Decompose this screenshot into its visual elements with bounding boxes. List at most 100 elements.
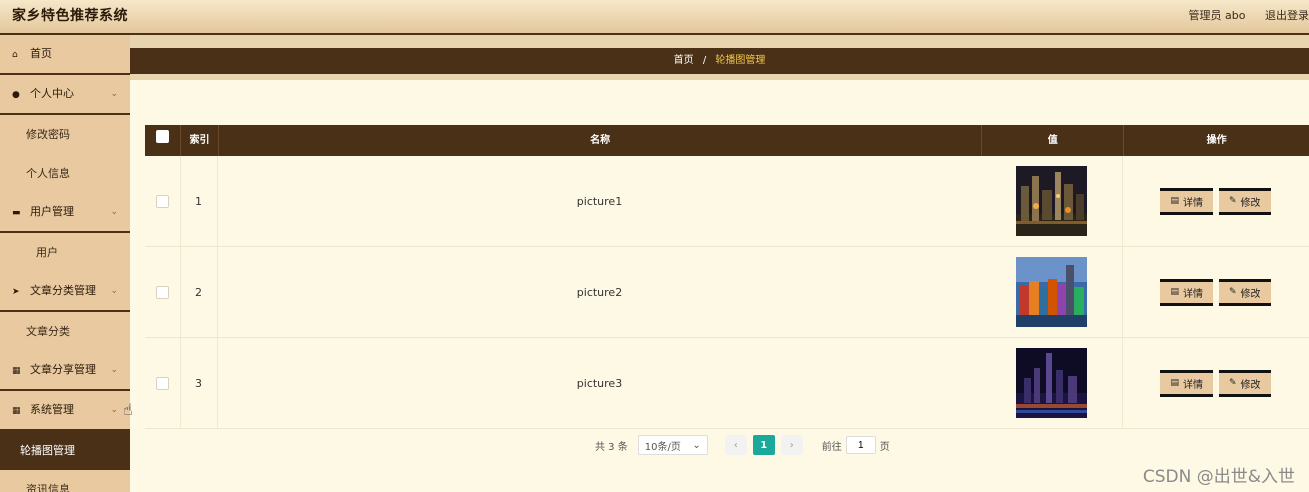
document-icon: ▤ (1170, 287, 1179, 297)
sidebar-menu-1[interactable]: ● 个人中心 ⌄ (0, 75, 130, 115)
page-size-value: 10条/页 (644, 441, 681, 453)
sidebar-subitem-10[interactable]: 轮播图管理 (0, 431, 130, 470)
goto-suffix: 页 (879, 441, 890, 453)
sidebar-subitem-7[interactable]: 文章分类 (0, 312, 130, 351)
sidebar-menu-6[interactable]: ➤ 文章分类管理 ⌄ (0, 272, 130, 312)
row-actions: ▤ 详情 ✎ 修改 (1123, 338, 1308, 428)
user-area: 管理员 abo 退出登录 (1173, 7, 1309, 23)
chevron-down-icon: ⌄ (110, 286, 118, 296)
chevron-down-icon: ⌄ (110, 365, 118, 375)
detail-label: 详情 (1182, 197, 1203, 209)
sidebar-subitem-11[interactable]: 资讯信息 (0, 470, 130, 492)
pagination-total: 共 3 条 (595, 441, 628, 453)
sidebar-menu-label: 文章分享管理 (30, 363, 96, 376)
row-checkbox-cell (145, 338, 181, 428)
sidebar-subitem-2[interactable]: 修改密码 (0, 115, 130, 154)
sidebar-menu-9[interactable]: ▦ 系统管理 ⌄ (0, 391, 130, 431)
row-checkbox[interactable] (156, 285, 169, 299)
table-row: 2 picture2 ▤ 详情 ✎ 修改 (145, 247, 1309, 338)
edit-button[interactable]: ✎ 修改 (1218, 369, 1271, 397)
header-select-all (145, 125, 181, 156)
document-icon: ▤ (1170, 196, 1179, 206)
home-icon: ⌂ (12, 50, 18, 60)
header-value: 值 (982, 125, 1125, 156)
hand-cursor-icon: ☝ (123, 400, 133, 419)
page-number-1[interactable]: 1 (752, 435, 775, 455)
row-checkbox[interactable] (156, 194, 169, 208)
detail-label: 详情 (1182, 379, 1203, 391)
row-image-cell (981, 338, 1123, 428)
row-checkbox[interactable] (156, 376, 169, 390)
sidebar-menu-0[interactable]: ⌂ 首页 (0, 35, 130, 75)
sidebar-menu: ⌂ 首页 ● 个人中心 ⌄ 修改密码 个人信息 ▬ 用户管理 ⌄ 用户 ➤ 文章分类管理 ⌄ 文章分类 ▦ 文章… (0, 35, 130, 492)
row-name: picture2 (576, 285, 623, 299)
carousel-table: 索引 名称 值 操作 1 picture1 ▤ 详情 ✎ 修改 2 picture2 ▤ 详情 ✎ 修… (145, 125, 1309, 429)
pencil-icon: ✎ (1228, 378, 1237, 388)
id-card-icon: ▬ (12, 208, 21, 218)
row-index: 1 (181, 156, 218, 246)
row-name: picture3 (576, 376, 623, 390)
edit-button[interactable]: ✎ 修改 (1218, 278, 1271, 306)
header-index: 索引 (181, 125, 219, 156)
table-header: 索引 名称 值 操作 (145, 125, 1309, 156)
row-index: 2 (181, 247, 218, 337)
table-row: 1 picture1 ▤ 详情 ✎ 修改 (145, 156, 1309, 247)
top-header: 家乡特色推荐系统 管理员 abo 退出登录 (0, 0, 1309, 35)
detail-button[interactable]: ▤ 详情 (1160, 369, 1213, 397)
select-all-checkbox[interactable] (155, 130, 169, 143)
pencil-icon: ✎ (1228, 287, 1237, 297)
skyline-night-thumbnail (1016, 348, 1087, 418)
pagination: 共 3 条 10条/页 ⌄ ‹ 1 › 前往 页 (595, 434, 890, 456)
row-image-cell (981, 247, 1123, 337)
detail-button[interactable]: ▤ 详情 (1160, 187, 1213, 215)
edit-button[interactable]: ✎ 修改 (1218, 187, 1271, 215)
detail-label: 详情 (1182, 288, 1203, 300)
edit-label: 修改 (1240, 288, 1261, 300)
grid-icon: ▦ (12, 366, 21, 376)
header-ops: 操作 (1206, 135, 1227, 146)
app-title: 家乡特色推荐系统 (12, 8, 128, 24)
sidebar-menu-label: 用户管理 (30, 205, 74, 218)
goto-page-input[interactable] (845, 436, 876, 454)
breadcrumb-separator: / (702, 55, 707, 66)
goto-prefix: 前往 (821, 441, 842, 453)
table-row: 3 picture3 ▤ 详情 ✎ 修改 (145, 338, 1309, 429)
user-icon: ● (12, 90, 20, 100)
chevron-down-icon: ⌄ (110, 89, 118, 99)
header-name: 名称 (219, 125, 983, 156)
row-actions: ▤ 详情 ✎ 修改 (1123, 156, 1308, 246)
row-index: 3 (181, 338, 218, 428)
row-checkbox-cell (145, 156, 181, 246)
sidebar-menu-label: 系统管理 (30, 403, 74, 416)
sidebar-menu-label: 首页 (30, 47, 52, 60)
next-page-button[interactable]: › (780, 435, 803, 455)
edit-label: 修改 (1240, 379, 1261, 391)
prev-page-button[interactable]: ‹ (724, 435, 747, 455)
detail-button[interactable]: ▤ 详情 (1160, 278, 1213, 306)
breadcrumb-home[interactable]: 首页 (674, 55, 694, 66)
breadcrumb-current: 轮播图管理 (715, 55, 766, 66)
content-top-strip (130, 35, 1309, 48)
sidebar-menu-label: 文章分类管理 (30, 284, 96, 297)
sidebar-subitem-3[interactable]: 个人信息 (0, 154, 130, 193)
edit-label: 修改 (1240, 197, 1261, 209)
sidebar-subitem-5[interactable]: 用户 (0, 233, 130, 272)
chevron-down-icon: ⌄ (692, 439, 701, 451)
sidebar-menu-4[interactable]: ▬ 用户管理 ⌄ (0, 193, 130, 233)
page-size-select[interactable]: 10条/页 ⌄ (637, 435, 708, 455)
paper-plane-icon: ➤ (12, 287, 20, 297)
row-image-cell (981, 156, 1123, 246)
current-user-label: 管理员 abo (1188, 9, 1246, 22)
row-name: picture1 (576, 194, 623, 208)
breadcrumb: 首页 / 轮播图管理 (130, 48, 1309, 74)
chevron-down-icon: ⌄ (110, 207, 118, 217)
colorful-buildings-thumbnail (1016, 257, 1087, 327)
sidebar-menu-8[interactable]: ▦ 文章分享管理 ⌄ (0, 351, 130, 391)
logout-link[interactable]: 退出登录 (1265, 9, 1309, 22)
document-icon: ▤ (1170, 378, 1179, 388)
csdn-watermark: CSDN @出世&入世 (1142, 467, 1295, 487)
row-checkbox-cell (145, 247, 181, 337)
grid-icon: ▦ (12, 406, 21, 416)
sidebar-menu-label: 个人中心 (30, 87, 74, 100)
breadcrumb-underline (130, 74, 1309, 80)
